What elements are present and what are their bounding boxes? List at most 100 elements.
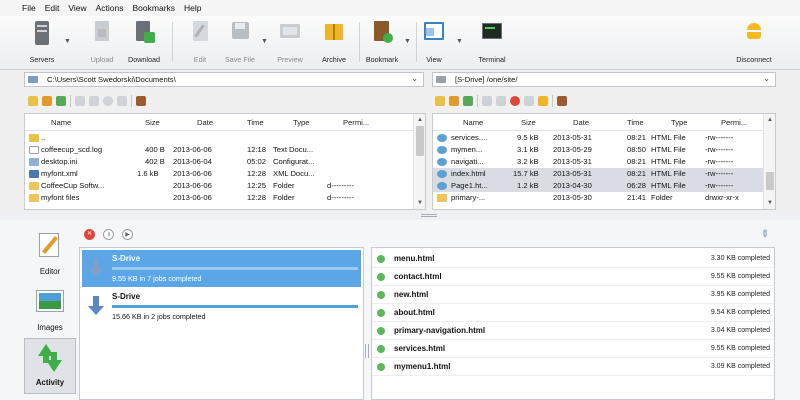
horizontal-splitter[interactable]	[0, 212, 800, 220]
play-icon[interactable]: ▶	[122, 229, 133, 240]
archive-button[interactable]: Archive	[312, 18, 356, 68]
column-header-permissions[interactable]: Permi...	[343, 118, 369, 127]
scroll-up-icon[interactable]: ▲	[414, 117, 425, 123]
html-file-icon	[437, 158, 447, 166]
splitter-grip[interactable]	[421, 214, 437, 217]
delete-icon[interactable]	[103, 96, 113, 106]
column-header-size[interactable]: Size	[521, 118, 536, 127]
bookmark-small-icon[interactable]	[557, 96, 567, 106]
new-file-icon[interactable]	[42, 96, 52, 106]
menu-edit[interactable]: Edit	[45, 3, 60, 13]
remote-path-bar[interactable]: [S-Drive] /one/site/ ⌄	[432, 72, 776, 87]
sidebar-item-images[interactable]: Images	[24, 282, 76, 338]
paste-icon[interactable]	[496, 96, 506, 106]
list-item[interactable]: menu.html 3.30 KB completed	[372, 250, 774, 268]
file-row[interactable]: coffeecup_scd.log 400 B 2013-06-06 12:18…	[25, 144, 413, 156]
sidebar-item-editor[interactable]: Editor	[24, 226, 76, 282]
status-dot-icon	[377, 255, 385, 263]
job-item-selected[interactable]: S-Drive 9.55 KB in 7 jobs completed	[82, 250, 361, 287]
scroll-down-icon[interactable]: ▼	[764, 200, 775, 206]
edit-button[interactable]: Edit	[178, 18, 222, 68]
job-item[interactable]: S-Drive 15.66 KB in 2 jobs completed	[82, 288, 361, 325]
file-row[interactable]: desktop.ini 402 B 2013-06-04 05:02 Confi…	[25, 156, 413, 168]
column-header-name[interactable]: Name	[463, 118, 483, 127]
upload-button[interactable]: Upload	[80, 18, 124, 68]
file-row[interactable]: navigati... 3.2 kB 2013-05-31 08:21 HTML…	[433, 156, 763, 168]
terminal-label: Terminal	[478, 55, 506, 64]
servers-button[interactable]: Servers	[20, 18, 64, 68]
copy-icon[interactable]	[75, 96, 85, 106]
list-item[interactable]: about.html 9.54 KB completed	[372, 304, 774, 322]
server-small-icon	[436, 76, 446, 83]
scroll-up-icon[interactable]: ▲	[764, 117, 775, 123]
file-row[interactable]: services.... 9.5 kB 2013-05-31 08:21 HTM…	[433, 132, 763, 144]
new-folder-icon[interactable]	[435, 96, 445, 106]
file-row[interactable]: myfont.xml 1.6 kB 2013-06-06 12:28 XML D…	[25, 168, 413, 180]
file-row[interactable]: myfont files 2013-06-06 12:28 Folder d--…	[25, 192, 413, 204]
bookmark-button[interactable]: Bookmark	[360, 18, 404, 68]
remote-scrollbar[interactable]: ▲ ▼	[763, 114, 775, 209]
menu-actions[interactable]: Actions	[96, 3, 124, 13]
file-row[interactable]: CoffeeCup Softw... 2013-06-06 12:25 Fold…	[25, 180, 413, 192]
file-row[interactable]: ..	[25, 132, 413, 144]
file-name: services....	[451, 133, 488, 142]
refresh-icon[interactable]	[463, 96, 473, 106]
chevron-down-icon[interactable]: ⌄	[763, 74, 770, 83]
side-panel: Editor Images Activity	[24, 226, 76, 400]
view-button[interactable]: View	[412, 18, 456, 68]
list-item[interactable]: services.html 9.55 KB completed	[372, 340, 774, 358]
vertical-splitter[interactable]	[365, 344, 369, 358]
rename-icon[interactable]	[117, 96, 127, 106]
list-item[interactable]: mymenu1.html 3.09 KB completed	[372, 358, 774, 376]
stop-icon[interactable]: ✕	[84, 229, 95, 240]
pause-icon[interactable]: ॥	[103, 229, 114, 240]
bookmark-small-icon[interactable]	[136, 96, 146, 106]
scroll-down-icon[interactable]: ▼	[414, 200, 425, 206]
disconnect-button[interactable]: Disconnect	[728, 18, 780, 68]
new-folder-icon[interactable]	[28, 96, 38, 106]
delete-icon[interactable]	[510, 96, 520, 106]
column-header-time[interactable]: Time	[627, 118, 644, 127]
file-row-selected[interactable]: index.html 15.7 kB 2013-05-31 08:21 HTML…	[433, 168, 763, 180]
servers-dropdown-icon[interactable]: ▼	[64, 38, 71, 45]
bookmark-dropdown-icon[interactable]: ▼	[404, 38, 411, 45]
sidebar-item-activity[interactable]: Activity	[24, 338, 76, 394]
list-item[interactable]: primary-navigation.html 3.04 KB complete…	[372, 322, 774, 340]
column-header-name[interactable]: Name	[51, 118, 71, 127]
save-dropdown-icon[interactable]: ▼	[261, 38, 268, 45]
menu-view[interactable]: View	[68, 3, 86, 13]
scroll-thumb[interactable]	[416, 126, 424, 156]
column-header-permissions[interactable]: Permi...	[721, 118, 747, 127]
column-header-time[interactable]: Time	[247, 118, 264, 127]
file-row-selected[interactable]: Page1.ht... 1.2 kB 2013-04-30 06:28 HTML…	[433, 180, 763, 192]
chevron-down-icon[interactable]: ⌄	[411, 74, 418, 83]
paste-icon[interactable]	[89, 96, 99, 106]
list-item[interactable]: contact.html 9.55 KB completed	[372, 268, 774, 286]
key-icon[interactable]	[538, 96, 548, 106]
refresh-icon[interactable]	[56, 96, 66, 106]
download-label: Download	[128, 55, 160, 64]
column-header-date[interactable]: Date	[573, 118, 589, 127]
save-file-button[interactable]: Save File	[218, 18, 262, 68]
view-dropdown-icon[interactable]: ▼	[456, 38, 463, 45]
rename-icon[interactable]	[524, 96, 534, 106]
column-header-type[interactable]: Type	[293, 118, 309, 127]
terminal-button[interactable]: Terminal	[470, 18, 514, 68]
local-path-bar[interactable]: C:\Users\Scott Swedorski\Documents\ ⌄	[24, 72, 424, 87]
file-row[interactable]: primary-... 2013-05-30 21:41 Folder drwx…	[433, 192, 763, 204]
scroll-thumb[interactable]	[766, 172, 774, 190]
file-type: Folder	[273, 181, 295, 190]
local-scrollbar[interactable]: ▲ ▼	[413, 114, 425, 209]
menu-bookmarks[interactable]: Bookmarks	[133, 3, 176, 13]
download-button[interactable]: Download	[122, 18, 166, 68]
copy-icon[interactable]	[482, 96, 492, 106]
column-header-type[interactable]: Type	[671, 118, 687, 127]
file-row[interactable]: mymen... 3.1 kB 2013-05-29 08:50 HTML Fi…	[433, 144, 763, 156]
list-item[interactable]: new.html 3.95 KB completed	[372, 286, 774, 304]
column-header-date[interactable]: Date	[197, 118, 213, 127]
menu-file[interactable]: File	[22, 3, 36, 13]
preview-button[interactable]: Preview	[268, 18, 312, 68]
column-header-size[interactable]: Size	[145, 118, 160, 127]
menu-help[interactable]: Help	[184, 3, 201, 13]
new-file-icon[interactable]	[449, 96, 459, 106]
